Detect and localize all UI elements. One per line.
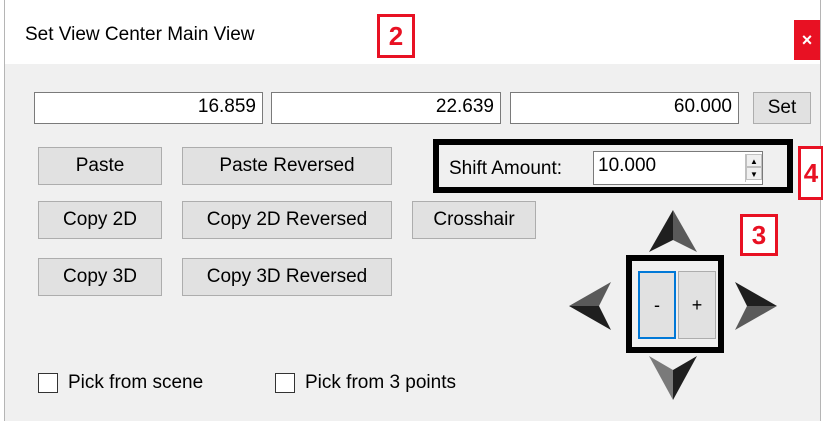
spin-up-icon[interactable]: ▲: [746, 154, 762, 167]
pick-from-3points-checkbox[interactable]: [275, 373, 295, 393]
paste-reversed-button[interactable]: Paste Reversed: [182, 147, 392, 185]
dialog-window: Set View Center Main View × 16.859 22.63…: [4, 0, 823, 421]
arrow-right-icon[interactable]: [723, 276, 783, 336]
callout-marker-4: 4: [798, 146, 823, 200]
copy-3d-button[interactable]: Copy 3D: [38, 258, 162, 296]
z-coord-field[interactable]: 60.000: [510, 92, 739, 124]
window-title: Set View Center Main View: [25, 24, 255, 45]
close-button[interactable]: ×: [794, 20, 820, 60]
crosshair-button[interactable]: Crosshair: [412, 201, 536, 239]
set-button[interactable]: Set: [753, 92, 811, 124]
zoom-group: - +: [626, 255, 724, 353]
shift-amount-label: Shift Amount:: [449, 158, 563, 179]
callout-marker-3: 3: [740, 214, 778, 256]
y-coord-field[interactable]: 22.639: [271, 92, 501, 124]
arrow-left-icon[interactable]: [563, 276, 623, 336]
zoom-in-button[interactable]: +: [678, 271, 716, 339]
x-coord-field[interactable]: 16.859: [34, 92, 263, 124]
shift-amount-spinner[interactable]: 10.000 ▲ ▼: [593, 151, 763, 185]
shift-amount-value: 10.000: [598, 155, 657, 176]
pick-from-scene-checkbox[interactable]: [38, 373, 58, 393]
pick-from-scene-row[interactable]: Pick from scene: [38, 372, 203, 394]
paste-button[interactable]: Paste: [38, 147, 162, 185]
pick-from-scene-label: Pick from scene: [68, 372, 204, 393]
copy-2d-button[interactable]: Copy 2D: [38, 201, 162, 239]
copy-2d-reversed-button[interactable]: Copy 2D Reversed: [182, 201, 392, 239]
zoom-out-button[interactable]: -: [638, 271, 676, 339]
spinner-buttons[interactable]: ▲ ▼: [745, 154, 762, 182]
copy-3d-reversed-button[interactable]: Copy 3D Reversed: [182, 258, 392, 296]
callout-marker-2: 2: [377, 14, 415, 58]
pick-from-3points-label: Pick from 3 points: [305, 372, 456, 393]
pick-from-3points-row[interactable]: Pick from 3 points: [275, 372, 456, 394]
arrow-down-icon[interactable]: [643, 346, 703, 406]
shift-amount-group: Shift Amount: 10.000 ▲ ▼: [433, 139, 793, 193]
spin-down-icon[interactable]: ▼: [746, 167, 762, 180]
